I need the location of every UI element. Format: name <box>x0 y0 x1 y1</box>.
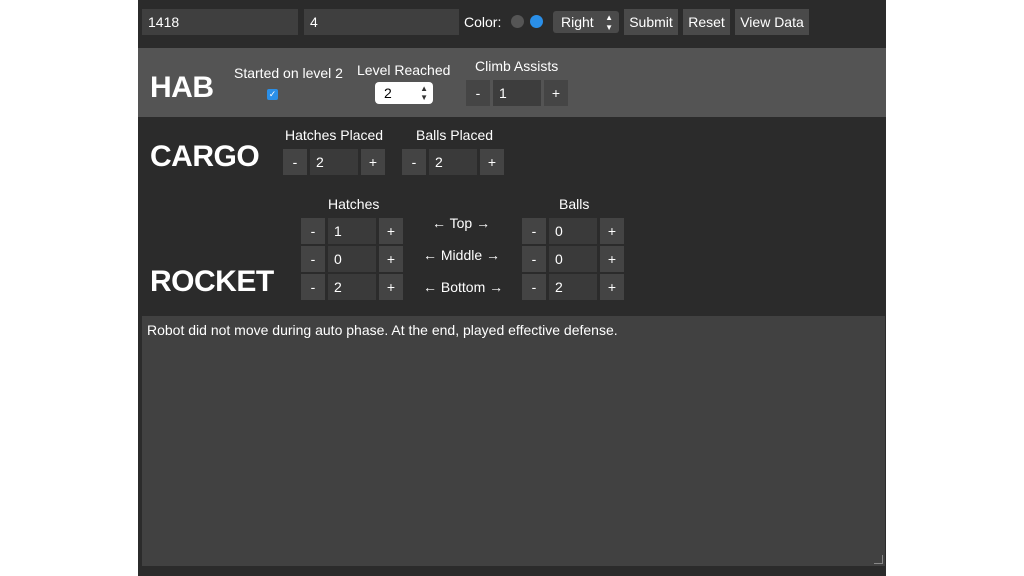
rocket-middle-label: ← Middle → <box>423 247 501 263</box>
rocket-bottom-hatches-value[interactable]: 2 <box>328 274 376 300</box>
match-number-input[interactable]: 4 <box>304 9 459 35</box>
rocket-top-hatches-plus-button[interactable]: + <box>379 218 403 244</box>
rocket-bottom-hatches-plus-button[interactable]: + <box>379 274 403 300</box>
hatches-placed-plus-button[interactable]: + <box>361 149 385 175</box>
hatches-placed-value[interactable]: 2 <box>310 149 358 175</box>
rocket-middle-balls-stepper: - 0 + <box>522 246 627 272</box>
started-level-checkbox[interactable]: ✓ <box>267 89 278 100</box>
notes-text: Robot did not move during auto phase. At… <box>147 322 618 338</box>
climb-assists-value[interactable]: 1 <box>493 80 541 106</box>
select-arrows-icon: ▲ ▼ <box>605 13 613 32</box>
climb-assists-stepper: - 1 + <box>466 80 571 106</box>
rocket-top-hatches-minus-button[interactable]: - <box>301 218 325 244</box>
rocket-middle-hatches-stepper: - 0 + <box>301 246 406 272</box>
rocket-top-balls-minus-button[interactable]: - <box>522 218 546 244</box>
hab-title: HAB <box>150 71 214 104</box>
climb-assists-label: Climb Assists <box>475 58 559 74</box>
level-reached-value: 2 <box>384 85 392 101</box>
level-reached-label: Level Reached <box>357 62 451 78</box>
rocket-top-balls-value[interactable]: 0 <box>549 218 597 244</box>
side-select-value: Right <box>561 14 594 30</box>
rocket-middle-balls-value[interactable]: 0 <box>549 246 597 272</box>
view-data-button[interactable]: View Data <box>735 9 809 35</box>
rocket-bottom-balls-value[interactable]: 2 <box>549 274 597 300</box>
hatches-placed-stepper: - 2 + <box>283 149 388 175</box>
hatches-placed-label: Hatches Placed <box>285 127 384 143</box>
rocket-top-label: ← Top → <box>432 215 491 231</box>
balls-placed-label: Balls Placed <box>416 127 494 143</box>
rocket-middle-balls-plus-button[interactable]: + <box>600 246 624 272</box>
rocket-middle-hatches-minus-button[interactable]: - <box>301 246 325 272</box>
rocket-bottom-hatches-minus-button[interactable]: - <box>301 274 325 300</box>
rocket-top-hatches-stepper: - 1 + <box>301 218 406 244</box>
rocket-middle-hatches-plus-button[interactable]: + <box>379 246 403 272</box>
climb-assists-minus-button[interactable]: - <box>466 80 490 106</box>
rocket-top-balls-stepper: - 0 + <box>522 218 627 244</box>
hab-section: HAB Started on level 2 ✓ Level Reached 2… <box>138 48 886 117</box>
color-radio-unselected[interactable] <box>511 15 524 28</box>
balls-placed-stepper: - 2 + <box>402 149 507 175</box>
color-label: Color: <box>464 14 502 30</box>
top-bar: 1418 4 Color: Right ▲ ▼ Submit Reset View… <box>138 0 886 44</box>
rocket-bottom-balls-stepper: - 2 + <box>522 274 627 300</box>
rocket-balls-header: Balls <box>559 196 590 212</box>
rocket-bottom-balls-minus-button[interactable]: - <box>522 274 546 300</box>
balls-placed-plus-button[interactable]: + <box>480 149 504 175</box>
side-select[interactable]: Right ▲ ▼ <box>553 11 619 33</box>
started-level-label: Started on level 2 <box>234 65 343 81</box>
rocket-middle-hatches-value[interactable]: 0 <box>328 246 376 272</box>
balls-placed-value[interactable]: 2 <box>429 149 477 175</box>
rocket-title: ROCKET <box>150 265 274 298</box>
rocket-middle-balls-minus-button[interactable]: - <box>522 246 546 272</box>
rocket-top-balls-plus-button[interactable]: + <box>600 218 624 244</box>
cargo-title: CARGO <box>150 140 260 173</box>
scouting-app: 1418 4 Color: Right ▲ ▼ Submit Reset View… <box>138 0 886 576</box>
notes-textarea[interactable]: Robot did not move during auto phase. At… <box>142 316 885 566</box>
climb-assists-plus-button[interactable]: + <box>544 80 568 106</box>
level-reached-select[interactable]: 2 ▲ ▼ <box>375 82 433 104</box>
rocket-bottom-label: ← Bottom → <box>423 279 504 295</box>
rocket-bottom-hatches-stepper: - 2 + <box>301 274 406 300</box>
select-arrows-icon: ▲ ▼ <box>420 84 428 102</box>
rocket-bottom-balls-plus-button[interactable]: + <box>600 274 624 300</box>
rocket-top-hatches-value[interactable]: 1 <box>328 218 376 244</box>
reset-button[interactable]: Reset <box>683 9 730 35</box>
color-radio-selected[interactable] <box>530 15 543 28</box>
resize-grip-icon[interactable] <box>874 555 883 564</box>
balls-placed-minus-button[interactable]: - <box>402 149 426 175</box>
rocket-hatches-header: Hatches <box>328 196 380 212</box>
team-number-input[interactable]: 1418 <box>142 9 298 35</box>
hatches-placed-minus-button[interactable]: - <box>283 149 307 175</box>
submit-button[interactable]: Submit <box>624 9 678 35</box>
